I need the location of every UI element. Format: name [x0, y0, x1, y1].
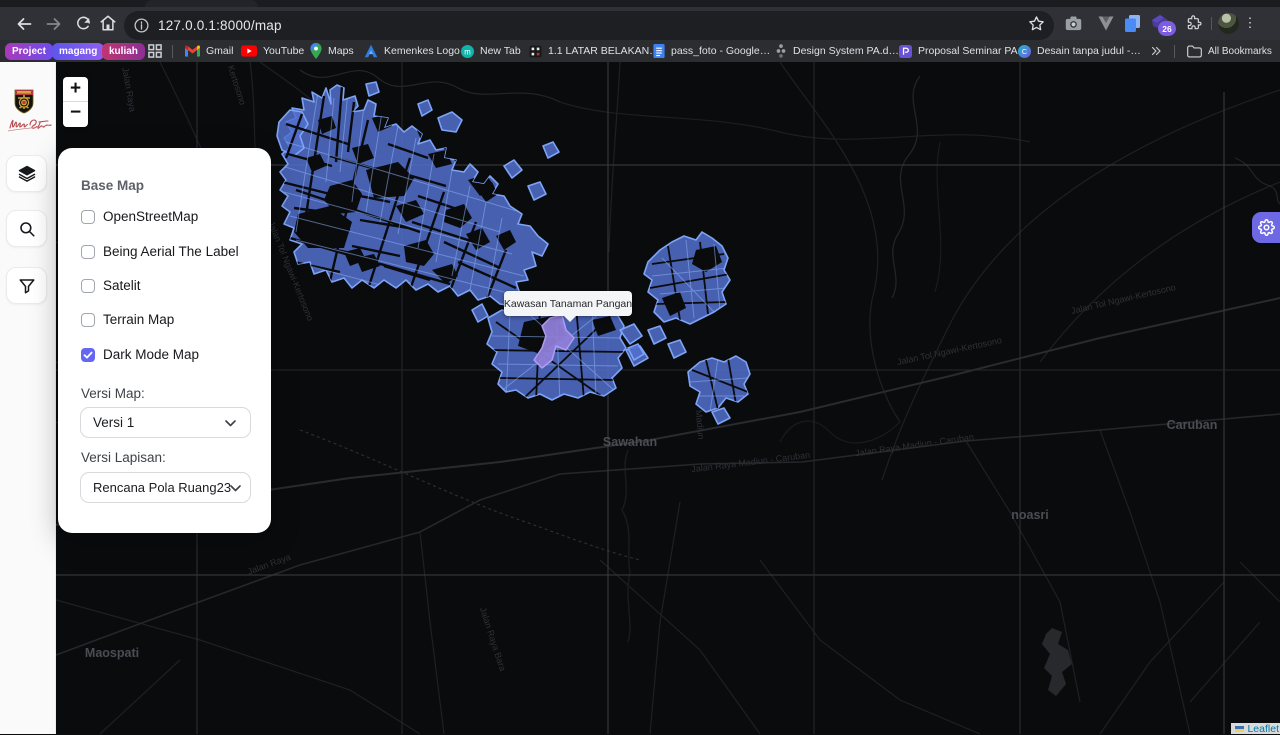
svg-text:Sawahan: Sawahan [603, 435, 657, 449]
svg-text:m: m [464, 47, 471, 56]
svg-text:noasri: noasri [1011, 508, 1049, 522]
svg-text:C: C [1022, 48, 1027, 56]
svg-text:Maospati: Maospati [85, 646, 139, 660]
svg-text:Caruban: Caruban [1167, 418, 1218, 432]
